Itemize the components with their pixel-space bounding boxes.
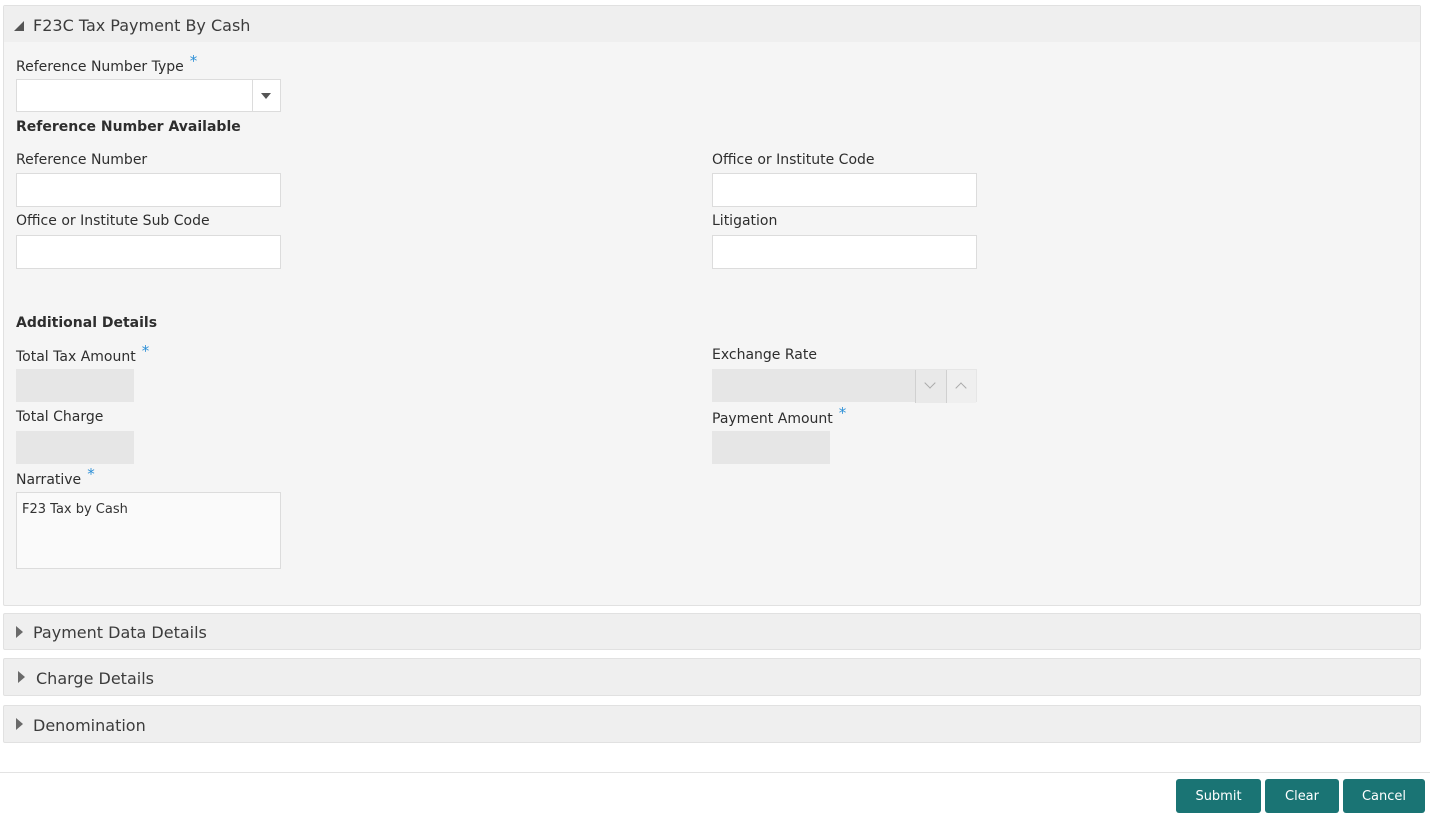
footer-divider: [0, 772, 1430, 773]
litigation-label: Litigation: [712, 213, 778, 229]
total-charge-input: [16, 431, 134, 464]
triangle-right-icon: [18, 671, 25, 683]
required-marker: *: [838, 404, 847, 422]
triangle-right-icon: [16, 718, 23, 730]
panel-title: F23C Tax Payment By Cash: [33, 16, 251, 35]
section-title: Denomination: [33, 716, 146, 735]
tax-payment-panel: F23C Tax Payment By Cash Reference Numbe…: [3, 5, 1421, 606]
reference-number-available-heading: Reference Number Available: [16, 119, 241, 135]
section-title: Payment Data Details: [33, 623, 207, 642]
exchange-rate-input: [712, 369, 977, 403]
payment-amount-label: Payment Amount *: [712, 404, 847, 427]
required-marker: *: [141, 342, 150, 360]
chevron-up-icon: [955, 382, 967, 394]
narrative-label: Narrative *: [16, 465, 95, 488]
triangle-right-icon: [16, 626, 23, 638]
litigation-input[interactable]: [712, 235, 977, 269]
submit-button[interactable]: Submit: [1176, 779, 1261, 813]
caret-down-icon[interactable]: [261, 93, 271, 99]
narrative-textarea[interactable]: F23 Tax by Cash: [16, 492, 281, 569]
section-title: Charge Details: [36, 669, 154, 688]
charge-details-section[interactable]: Charge Details: [3, 658, 1421, 696]
total-tax-amount-input: [16, 369, 134, 402]
select-divider: [252, 80, 253, 111]
office-code-label: Office or Institute Code: [712, 152, 875, 168]
office-sub-code-label: Office or Institute Sub Code: [16, 213, 210, 229]
payment-data-details-section[interactable]: Payment Data Details: [3, 613, 1421, 650]
reference-number-type-label: Reference Number Type *: [16, 52, 198, 75]
denomination-section[interactable]: Denomination: [3, 705, 1421, 743]
narrative-text: F23 Tax by Cash: [22, 502, 128, 517]
office-sub-code-input[interactable]: [16, 235, 281, 269]
stepper-up-button[interactable]: [947, 370, 976, 403]
stepper-down-button[interactable]: [916, 370, 946, 403]
triangle-down-icon: [14, 21, 24, 31]
exchange-rate-label: Exchange Rate: [712, 347, 817, 363]
total-charge-label: Total Charge: [16, 409, 104, 425]
clear-button[interactable]: Clear: [1265, 779, 1339, 813]
additional-details-heading: Additional Details: [16, 315, 158, 331]
cancel-button[interactable]: Cancel: [1343, 779, 1425, 813]
required-marker: *: [189, 52, 198, 70]
reference-number-input[interactable]: [16, 173, 281, 207]
chevron-down-icon: [924, 377, 936, 389]
total-tax-amount-label: Total Tax Amount *: [16, 342, 150, 365]
reference-number-type-select[interactable]: [16, 79, 281, 112]
reference-number-label: Reference Number: [16, 152, 148, 168]
tax-payment-panel-header[interactable]: F23C Tax Payment By Cash: [4, 6, 1420, 42]
payment-amount-input: [712, 431, 830, 464]
required-marker: *: [87, 465, 95, 483]
office-code-input[interactable]: [712, 173, 977, 207]
